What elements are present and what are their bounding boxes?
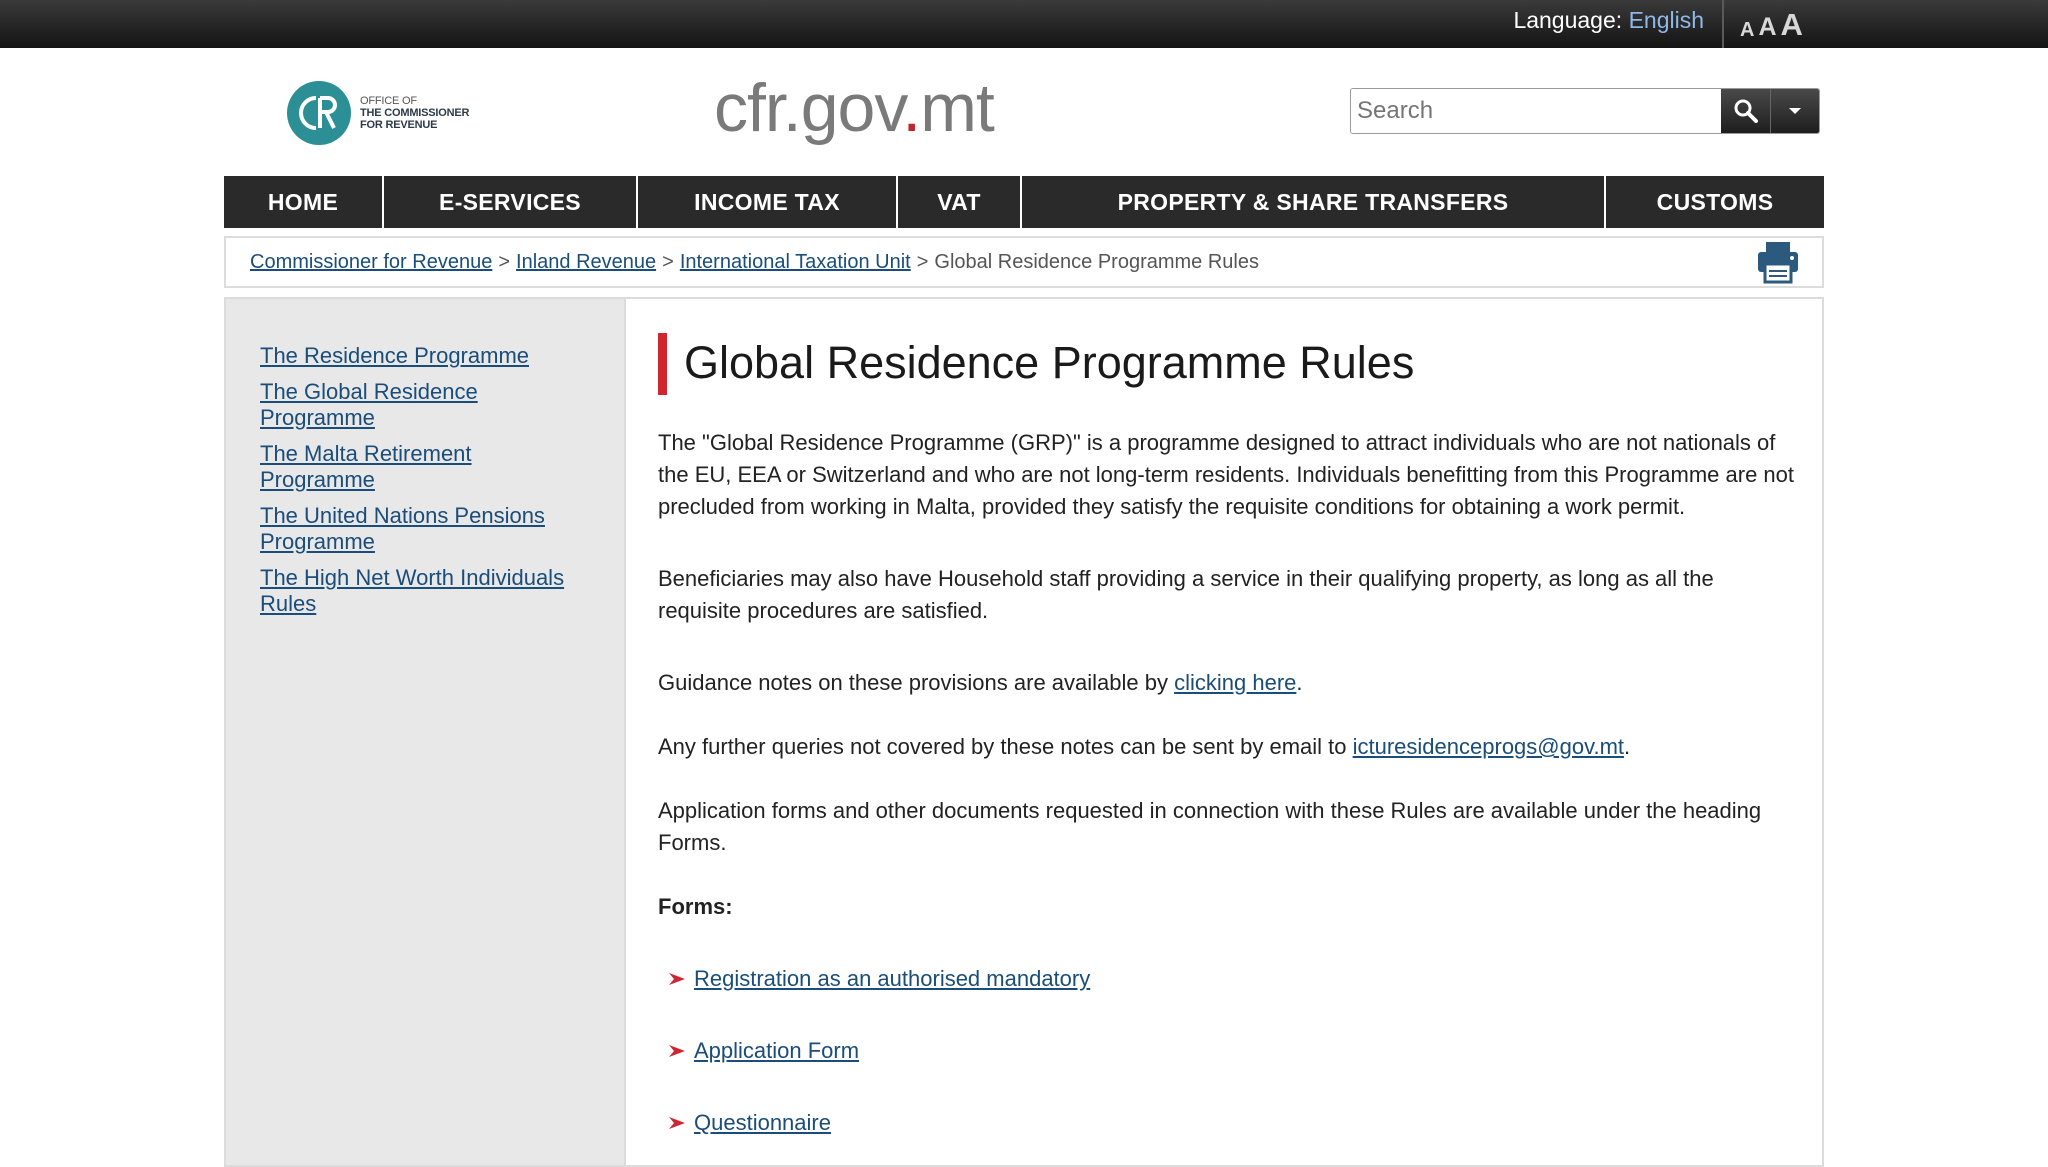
- logo-line-1: OFFICE OF: [360, 95, 417, 107]
- sidebar-link-high-net-worth-rules[interactable]: The High Net Worth Individuals Rules: [260, 565, 580, 617]
- breadcrumb-link-commissioner[interactable]: Commissioner for Revenue: [250, 251, 492, 274]
- questionnaire-link[interactable]: Questionnaire: [694, 1107, 831, 1139]
- logo-wordmark: OFFICE OF THE COMMISSIONER FOR REVENUE: [360, 95, 469, 131]
- search-box: [1350, 88, 1820, 134]
- application-form-link[interactable]: Application Form: [694, 1035, 859, 1067]
- breadcrumb-separator: >: [662, 250, 674, 273]
- arrow-right-icon: [669, 1117, 685, 1129]
- list-item: Application Form: [668, 1035, 859, 1067]
- printer-icon: [1758, 242, 1798, 284]
- sidebar-link-un-pensions-programme[interactable]: The United Nations Pensions Programme: [260, 503, 580, 555]
- content-area: The Residence Programme The Global Resid…: [224, 297, 1824, 1167]
- nav-property-share-transfers[interactable]: PROPERTY & SHARE TRANSFERS: [1022, 176, 1606, 228]
- search-button[interactable]: [1721, 89, 1771, 133]
- font-size-large-button[interactable]: A: [1781, 9, 1803, 40]
- intro-paragraph: The "Global Residence Programme (GRP)" i…: [658, 430, 1795, 519]
- top-utility-bar: Language: English A A A: [0, 0, 2048, 48]
- nav-home[interactable]: HOME: [224, 176, 384, 228]
- email-link[interactable]: icturesidenceprogs@gov.mt: [1353, 734, 1624, 759]
- clicking-here-link[interactable]: clicking here: [1174, 670, 1296, 695]
- sidebar-link-malta-retirement-programme[interactable]: The Malta Retirement Programme: [260, 441, 520, 493]
- arrow-right-icon: [669, 973, 685, 985]
- language-label: Language:: [1513, 7, 1623, 33]
- cfr-logo-icon: [287, 81, 351, 145]
- sidebar-link-global-residence-programme[interactable]: The Global Residence Programme: [260, 379, 520, 431]
- cfr-logo[interactable]: OFFICE OF THE COMMISSIONER FOR REVENUE: [286, 80, 486, 146]
- language-selector[interactable]: Language: English: [1513, 6, 1704, 34]
- nav-e-services[interactable]: E-SERVICES: [384, 176, 638, 228]
- font-size-small-button[interactable]: A: [1740, 20, 1754, 40]
- application-forms-paragraph: Application forms and other documents re…: [658, 798, 1762, 855]
- sidebar-link-residence-programme[interactable]: The Residence Programme: [260, 343, 594, 369]
- breadcrumb-link-international-taxation[interactable]: International Taxation Unit: [680, 251, 911, 274]
- caret-down-icon: [1789, 108, 1801, 114]
- main-content: Global Residence Programme Rules The "Gl…: [658, 299, 1798, 1165]
- search-input[interactable]: [1351, 89, 1721, 133]
- main-navigation: HOME E-SERVICES INCOME TAX VAT PROPERTY …: [224, 176, 1824, 228]
- language-value[interactable]: English: [1629, 7, 1704, 33]
- nav-customs[interactable]: CUSTOMS: [1606, 176, 1824, 228]
- nav-income-tax[interactable]: INCOME TAX: [638, 176, 898, 228]
- nav-vat[interactable]: VAT: [898, 176, 1022, 228]
- breadcrumb-separator: >: [498, 250, 511, 273]
- forms-heading: Forms:: [658, 894, 733, 919]
- breadcrumb-link-inland-revenue[interactable]: Inland Revenue: [516, 251, 656, 274]
- arrow-right-icon: [669, 1045, 685, 1057]
- search-options-dropdown[interactable]: [1771, 89, 1819, 133]
- print-button[interactable]: [1756, 240, 1800, 290]
- topbar-divider: [1722, 0, 1724, 48]
- queries-paragraph: Any further queries not covered by these…: [658, 734, 1631, 759]
- font-size-controls: A A A: [1740, 4, 1803, 40]
- logo-line-2: THE COMMISSIONER: [360, 107, 470, 119]
- guidance-notes-paragraph: Guidance notes on these provisions are a…: [658, 670, 1303, 695]
- logo-line-3: FOR REVENUE: [360, 119, 438, 131]
- breadcrumb-separator: >: [916, 250, 929, 273]
- font-size-medium-button[interactable]: A: [1758, 15, 1776, 40]
- breadcrumb-current: Global Residence Programme Rules: [934, 250, 1259, 273]
- site-title[interactable]: cfr.gov.mt: [714, 68, 995, 148]
- list-item: Questionnaire: [668, 1107, 831, 1139]
- page-title: Global Residence Programme Rules: [684, 337, 1415, 388]
- breadcrumb: Commissioner for Revenue > Inland Revenu…: [224, 236, 1824, 288]
- household-staff-paragraph: Beneficiaries may also have Household st…: [658, 566, 1714, 623]
- sidebar: The Residence Programme The Global Resid…: [226, 299, 626, 1165]
- title-accent-bar: [658, 333, 667, 395]
- search-icon: [1734, 99, 1758, 123]
- list-item: Registration as an authorised mandatory: [668, 963, 1090, 995]
- registration-mandatory-link[interactable]: Registration as an authorised mandatory: [694, 963, 1090, 995]
